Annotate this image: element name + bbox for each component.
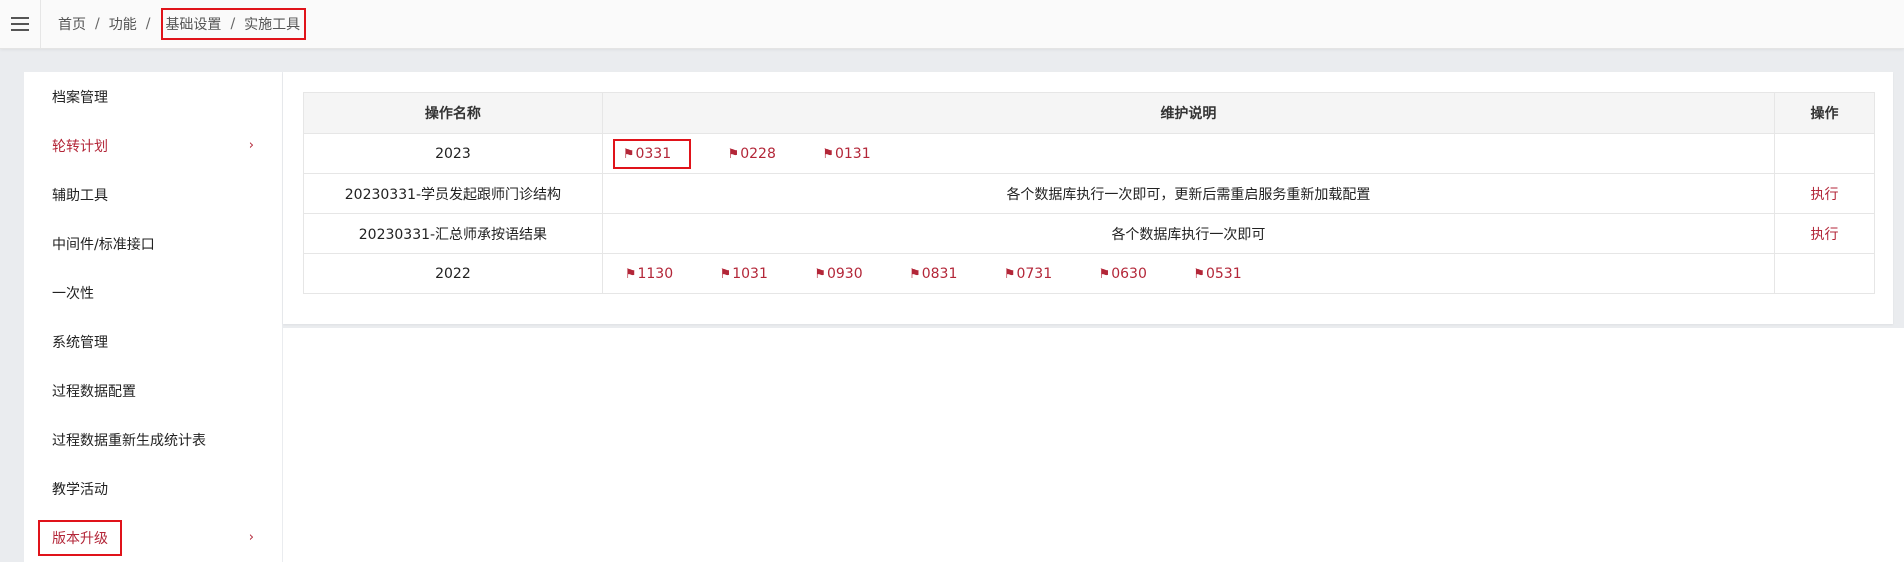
sidebar-item-label: 版本升级 xyxy=(38,519,122,556)
sidebar-item-aux-tools[interactable]: 辅助工具 xyxy=(24,170,282,219)
chevron-right-icon: › xyxy=(248,530,254,545)
version-link-label: 0831 xyxy=(921,265,958,282)
menu-toggle-button[interactable] xyxy=(0,0,41,48)
column-header-operation-name: 操作名称 xyxy=(303,92,603,134)
sidebar-item-label: 辅助工具 xyxy=(52,187,108,204)
sidebar-item-label: 过程数据重新生成统计表 xyxy=(52,432,206,449)
flag-icon: ⚑ xyxy=(1098,266,1111,282)
main-content-panel: 操作名称 维护说明 操作 2023 ⚑0331 ⚑0228 ⚑0131 2023… xyxy=(283,72,1893,324)
sidebar-item-process-data-config[interactable]: 过程数据配置 xyxy=(24,366,282,415)
column-header-maintenance-notes: 维护说明 xyxy=(601,92,1776,134)
flag-icon: ⚑ xyxy=(719,266,732,282)
breadcrumb-separator: / xyxy=(230,16,236,32)
column-header-action: 操作 xyxy=(1774,92,1875,134)
sidebar-item-label: 中间件/标准接口 xyxy=(52,236,155,253)
version-links-cell: ⚑0331 ⚑0228 ⚑0131 xyxy=(601,133,1776,174)
version-link-0630[interactable]: ⚑0630 xyxy=(1099,266,1147,282)
sidebar-item-version-upgrade[interactable]: 版本升级 › xyxy=(24,513,282,562)
content-empty-area xyxy=(283,328,1904,562)
version-links-cell: ⚑1130 ⚑1031 ⚑0930 ⚑0831 ⚑0731 ⚑0630 ⚑053… xyxy=(601,253,1776,294)
sidebar-item-one-time[interactable]: 一次性 xyxy=(24,268,282,317)
version-link-label: 0131 xyxy=(834,145,871,162)
sidebar-item-label: 系统管理 xyxy=(52,334,108,351)
flag-icon: ⚑ xyxy=(814,266,826,282)
action-cell xyxy=(1774,253,1875,294)
version-link-0930[interactable]: ⚑0930 xyxy=(814,266,862,282)
breadcrumb-functions[interactable]: 功能 xyxy=(109,14,137,34)
flag-icon: ⚑ xyxy=(727,146,740,162)
table-header-row: 操作名称 维护说明 操作 xyxy=(303,92,1875,134)
version-link-0331[interactable]: ⚑0331 xyxy=(612,138,692,169)
version-link-label: 0228 xyxy=(740,145,776,162)
flag-icon: ⚑ xyxy=(822,146,834,162)
flag-icon: ⚑ xyxy=(1193,266,1205,282)
table-row: 20230331-汇总师承按语结果 各个数据库执行一次即可 执行 xyxy=(303,213,1875,254)
top-bar: 首页 / 功能 / 基础设置 / 实施工具 xyxy=(0,0,1904,49)
flag-icon: ⚑ xyxy=(622,146,635,162)
version-link-0731[interactable]: ⚑0731 xyxy=(1004,266,1052,282)
version-link-label: 0331 xyxy=(635,145,672,162)
operation-name-cell: 2022 xyxy=(303,253,603,294)
flag-icon: ⚑ xyxy=(624,266,637,282)
flag-icon: ⚑ xyxy=(1003,266,1016,282)
version-link-label: 0630 xyxy=(1111,265,1147,282)
action-cell xyxy=(1774,133,1875,174)
version-link-0831[interactable]: ⚑0831 xyxy=(909,266,957,282)
version-link-label: 1031 xyxy=(732,265,768,282)
breadcrumb-separator: / xyxy=(95,16,100,32)
sidebar-item-system-management[interactable]: 系统管理 xyxy=(24,317,282,366)
sidebar-item-middleware[interactable]: 中间件/标准接口 xyxy=(24,219,282,268)
table-row: 2022 ⚑1130 ⚑1031 ⚑0930 ⚑0831 ⚑0731 ⚑0630… xyxy=(303,253,1875,294)
sidebar-item-regenerate-stats[interactable]: 过程数据重新生成统计表 xyxy=(24,415,282,464)
table-row: 20230331-学员发起跟师门诊结构 各个数据库执行一次即可，更新后需重启服务… xyxy=(303,173,1875,214)
version-link-0131[interactable]: ⚑0131 xyxy=(822,146,870,162)
sidebar-item-label: 一次性 xyxy=(52,285,94,302)
version-link-1031[interactable]: ⚑1031 xyxy=(720,266,768,282)
operation-name-cell: 20230331-学员发起跟师门诊结构 xyxy=(303,173,603,214)
breadcrumb-basic-settings[interactable]: 基础设置 xyxy=(165,14,221,34)
action-cell: 执行 xyxy=(1774,173,1875,214)
maintenance-notes-cell: 各个数据库执行一次即可，更新后需重启服务重新加载配置 xyxy=(601,173,1776,214)
breadcrumb-home[interactable]: 首页 xyxy=(58,14,86,34)
breadcrumb: 首页 / 功能 / 基础设置 / 实施工具 xyxy=(58,0,307,48)
sidebar-item-rotation-plan[interactable]: 轮转计划 › xyxy=(24,121,282,170)
table-row: 2023 ⚑0331 ⚑0228 ⚑0131 xyxy=(303,133,1875,174)
version-link-label: 1130 xyxy=(637,265,674,282)
action-cell: 执行 xyxy=(1774,213,1875,254)
hamburger-icon xyxy=(11,17,29,31)
version-link-label: 0531 xyxy=(1205,265,1242,282)
chevron-right-icon: › xyxy=(248,138,254,153)
breadcrumb-current: 实施工具 xyxy=(244,17,301,33)
sidebar-item-label: 轮转计划 xyxy=(52,138,108,155)
breadcrumb-highlight-box: 基础设置 / 实施工具 xyxy=(161,8,307,40)
operations-table: 操作名称 维护说明 操作 2023 ⚑0331 ⚑0228 ⚑0131 2023… xyxy=(303,92,1875,294)
flag-icon: ⚑ xyxy=(909,266,921,282)
version-link-0531[interactable]: ⚑0531 xyxy=(1193,266,1241,282)
version-link-1130[interactable]: ⚑1130 xyxy=(625,266,673,282)
operation-name-cell: 20230331-汇总师承按语结果 xyxy=(303,213,603,254)
version-link-0228[interactable]: ⚑0228 xyxy=(728,146,776,162)
maintenance-notes-cell: 各个数据库执行一次即可 xyxy=(601,213,1776,254)
sidebar-item-archive[interactable]: 档案管理 xyxy=(24,72,282,121)
execute-link[interactable]: 执行 xyxy=(1811,227,1839,243)
sidebar-item-teaching-activities[interactable]: 教学活动 xyxy=(24,464,282,513)
sidebar: 档案管理 轮转计划 › 辅助工具 中间件/标准接口 一次性 系统管理 过程数据配… xyxy=(24,72,282,562)
sidebar-item-label: 档案管理 xyxy=(52,89,108,106)
version-link-label: 0930 xyxy=(826,265,863,282)
execute-link[interactable]: 执行 xyxy=(1811,187,1839,203)
breadcrumb-separator: / xyxy=(145,16,151,32)
operation-name-cell: 2023 xyxy=(303,133,603,174)
sidebar-item-label: 过程数据配置 xyxy=(52,383,136,400)
sidebar-item-label: 教学活动 xyxy=(52,481,108,498)
version-link-label: 0731 xyxy=(1016,265,1053,282)
